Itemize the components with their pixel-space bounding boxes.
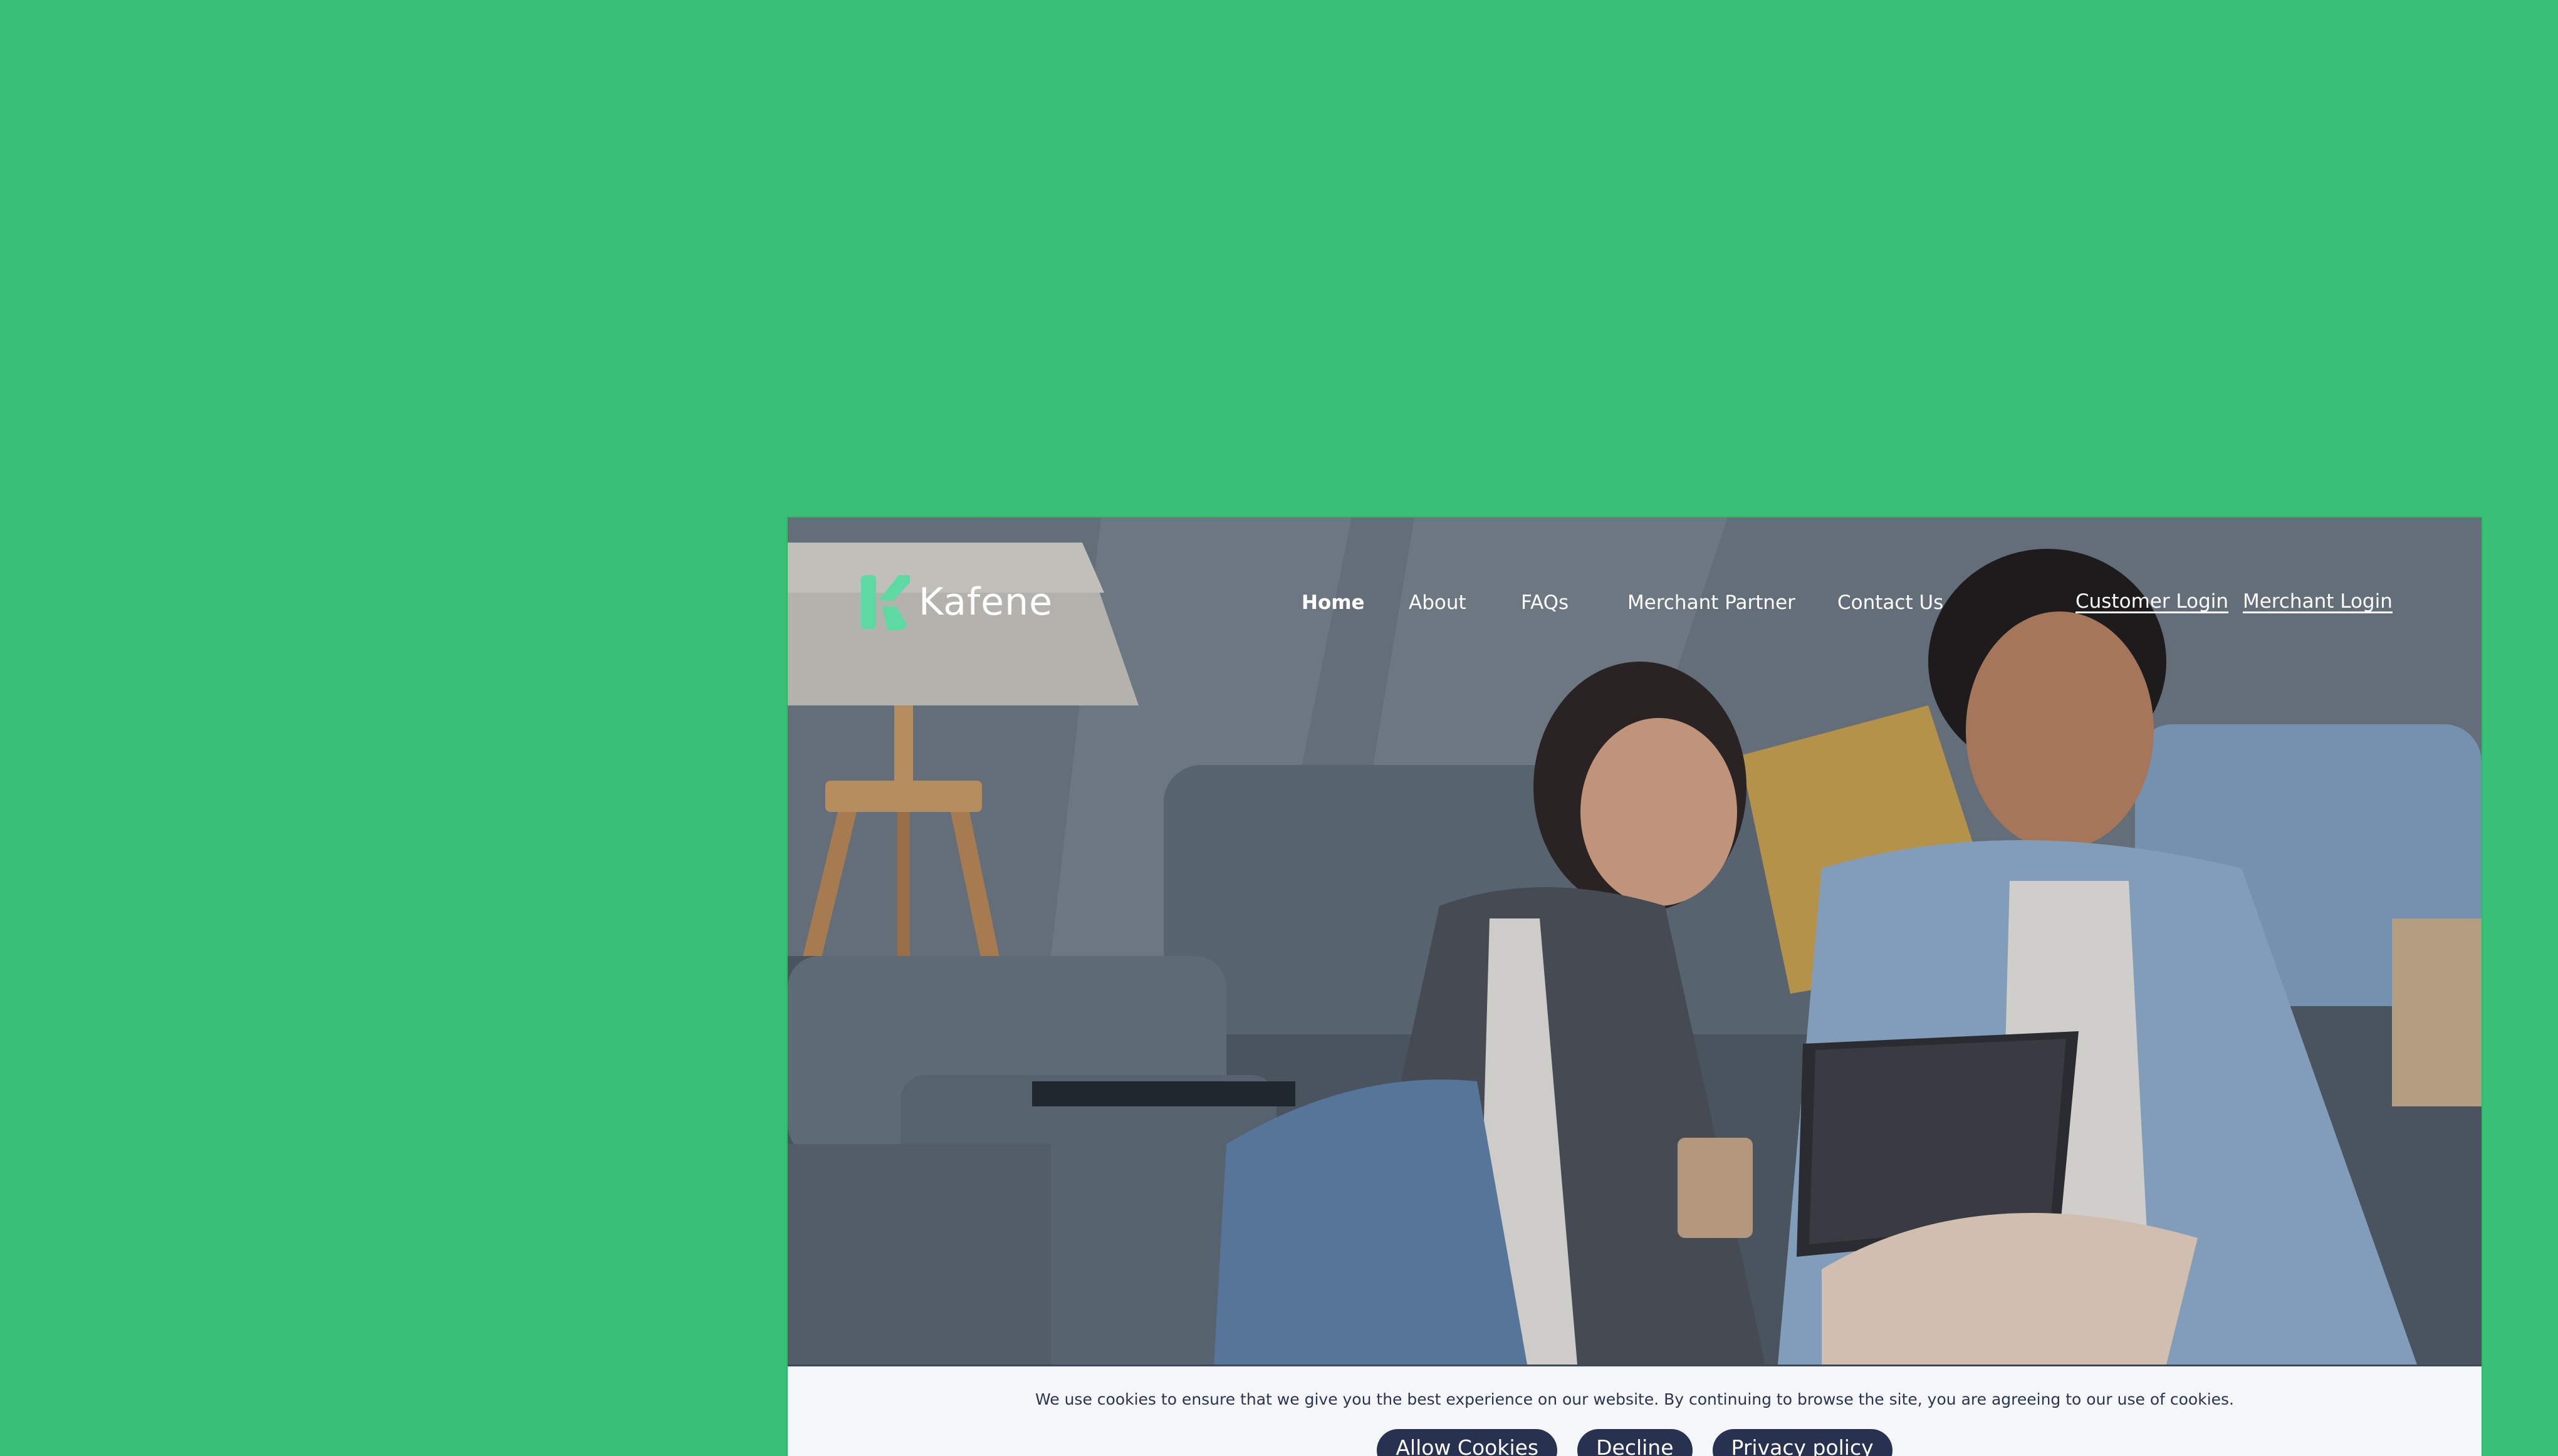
- nav-about[interactable]: About: [1409, 591, 1466, 614]
- privacy-policy-button[interactable]: Privacy policy: [1712, 1429, 1892, 1456]
- nav-faqs[interactable]: FAQs: [1521, 591, 1569, 614]
- cookie-message: We use cookies to ensure that we give yo…: [1035, 1390, 2234, 1408]
- customer-login-link[interactable]: Customer Login: [2075, 590, 2228, 613]
- hero-overlay: [788, 517, 2482, 1365]
- decline-cookies-button[interactable]: Decline: [1577, 1429, 1693, 1456]
- nav-contact-us[interactable]: Contact Us: [1837, 591, 1943, 614]
- hero-section: Kafene Home About FAQs Merchant Partner …: [788, 517, 2482, 1365]
- merchant-login-link[interactable]: Merchant Login: [2243, 590, 2393, 613]
- kafene-logo[interactable]: Kafene: [860, 574, 1053, 630]
- cookie-banner: We use cookies to ensure that we give yo…: [788, 1365, 2482, 1456]
- site-header: Kafene Home About FAQs Merchant Partner …: [788, 517, 2482, 643]
- brand-name: Kafene: [919, 580, 1053, 624]
- cookie-actions: Allow Cookies Decline Privacy policy: [788, 1429, 2482, 1456]
- kafene-logo-icon: [861, 575, 910, 630]
- nav-merchant-partner[interactable]: Merchant Partner: [1627, 591, 1795, 614]
- nav-home[interactable]: Home: [1302, 591, 1365, 614]
- website-window: Kafene Home About FAQs Merchant Partner …: [788, 517, 2482, 1456]
- allow-cookies-button[interactable]: Allow Cookies: [1377, 1429, 1558, 1456]
